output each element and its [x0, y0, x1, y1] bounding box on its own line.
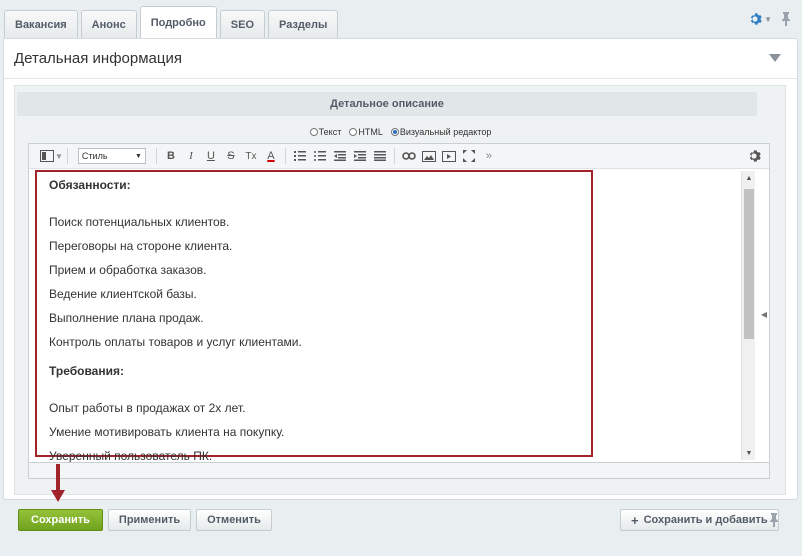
duty-line: Ведение клиентской базы. — [49, 287, 197, 301]
strikethrough-button[interactable]: S — [221, 147, 241, 165]
collapse-icon[interactable] — [769, 54, 781, 62]
bullet-list-icon[interactable] — [310, 147, 330, 165]
pin-icon[interactable] — [780, 12, 792, 26]
plus-icon: + — [631, 512, 639, 528]
requirements-heading: Требования: — [49, 364, 124, 378]
fullscreen-icon[interactable] — [459, 147, 479, 165]
link-icon[interactable] — [399, 147, 419, 165]
scroll-thumb[interactable] — [744, 189, 754, 339]
apply-button[interactable]: Применить — [107, 509, 192, 531]
visual-editor: ▼ Стиль ▼ B I U S Tx A » Обязанности: По… — [28, 143, 770, 463]
indent-icon[interactable] — [350, 147, 370, 165]
tab-announcement[interactable]: Анонс — [80, 10, 137, 38]
annotation-arrow-icon — [51, 464, 65, 502]
tab-details[interactable]: Подробно — [139, 6, 217, 38]
clear-format-button[interactable]: Tx — [241, 147, 261, 165]
mode-text-radio[interactable]: Текст — [309, 127, 341, 137]
video-icon[interactable] — [439, 147, 459, 165]
view-mode-icon[interactable] — [37, 147, 57, 165]
bold-button[interactable]: B — [161, 147, 181, 165]
chevron-down-icon: ▼ — [134, 152, 142, 160]
image-icon[interactable] — [419, 147, 439, 165]
pin-icon[interactable] — [768, 513, 780, 527]
tab-tools: ▼ — [748, 12, 792, 26]
duty-line: Переговоры на стороне клиента. — [49, 239, 233, 253]
ordered-list-icon[interactable] — [290, 147, 310, 165]
editor-mode-switch: Текст HTML Визуальный редактор — [4, 127, 797, 137]
toolbar-divider — [155, 148, 157, 164]
mode-html-radio[interactable]: HTML — [349, 127, 383, 137]
editor-scrollbar[interactable]: ▲ ▼ — [741, 171, 755, 460]
section-title: Детальное описание — [17, 92, 757, 116]
style-select[interactable]: Стиль ▼ — [77, 148, 146, 164]
scroll-up-icon[interactable]: ▲ — [742, 171, 756, 185]
panel-header: Детальная информация — [4, 39, 797, 79]
chevron-down-icon[interactable]: ▼ — [55, 152, 63, 161]
requirement-line: Опыт работы в продажах от 2х лет. — [49, 401, 246, 415]
chevron-down-icon[interactable]: ▼ — [764, 15, 772, 24]
cancel-button[interactable]: Отменить — [196, 509, 272, 531]
toolbar-divider — [284, 148, 286, 164]
highlighted-content-box: Обязанности: Поиск потенциальных клиенто… — [35, 170, 593, 462]
duty-line: Прием и обработка заказов. — [49, 263, 207, 277]
panel-title: Детальная информация — [14, 50, 182, 67]
mode-visual-radio[interactable]: Визуальный редактор — [390, 127, 491, 137]
editor-text[interactable]: Обязанности: Поиск потенциальных клиенто… — [49, 176, 302, 462]
duty-line: Поиск потенциальных клиентов. — [49, 215, 230, 229]
outdent-icon[interactable] — [330, 147, 350, 165]
save-button[interactable]: Сохранить — [18, 509, 103, 531]
duty-line: Контроль оплаты товаров и услуг клиентам… — [49, 335, 302, 349]
save-and-add-button[interactable]: + Сохранить и добавить — [620, 509, 779, 531]
align-icon[interactable] — [370, 147, 390, 165]
side-panel-toggle-icon[interactable]: ◀ — [761, 310, 767, 319]
tab-sections[interactable]: Разделы — [268, 10, 339, 38]
requirement-line: Умение мотивировать клиента на покупку. — [49, 425, 285, 439]
underline-button[interactable]: U — [201, 147, 221, 165]
editor-resize-strip[interactable] — [28, 463, 770, 479]
duty-line: Выполнение плана продаж. — [49, 311, 204, 325]
duties-heading: Обязанности: — [49, 178, 131, 192]
save-and-add-label: Сохранить и добавить — [643, 514, 768, 526]
form-actions: Сохранить Применить Отменить — [18, 509, 272, 531]
scroll-down-icon[interactable]: ▼ — [742, 446, 756, 460]
tab-seo[interactable]: SEO — [219, 10, 266, 38]
more-tools-button[interactable]: » — [479, 147, 499, 165]
editor-toolbar: ▼ Стиль ▼ B I U S Tx A » — [29, 144, 769, 169]
toolbar-divider — [393, 148, 395, 164]
editor-settings-gear-icon[interactable] — [747, 149, 761, 163]
style-select-value: Стиль — [81, 151, 108, 161]
settings-gear-icon[interactable] — [748, 12, 762, 26]
tab-vacancy[interactable]: Вакансия — [4, 10, 78, 38]
detail-panel: Детальная информация Детальное описание … — [3, 38, 798, 500]
font-color-button[interactable]: A — [261, 147, 281, 165]
italic-button[interactable]: I — [181, 147, 201, 165]
tab-bar: Вакансия Анонс Подробно SEO Разделы — [4, 6, 339, 38]
editor-content-area[interactable]: Обязанности: Поиск потенциальных клиенто… — [29, 170, 769, 462]
toolbar-divider — [66, 148, 68, 164]
requirement-line: Уверенный пользователь ПК. — [49, 449, 213, 462]
